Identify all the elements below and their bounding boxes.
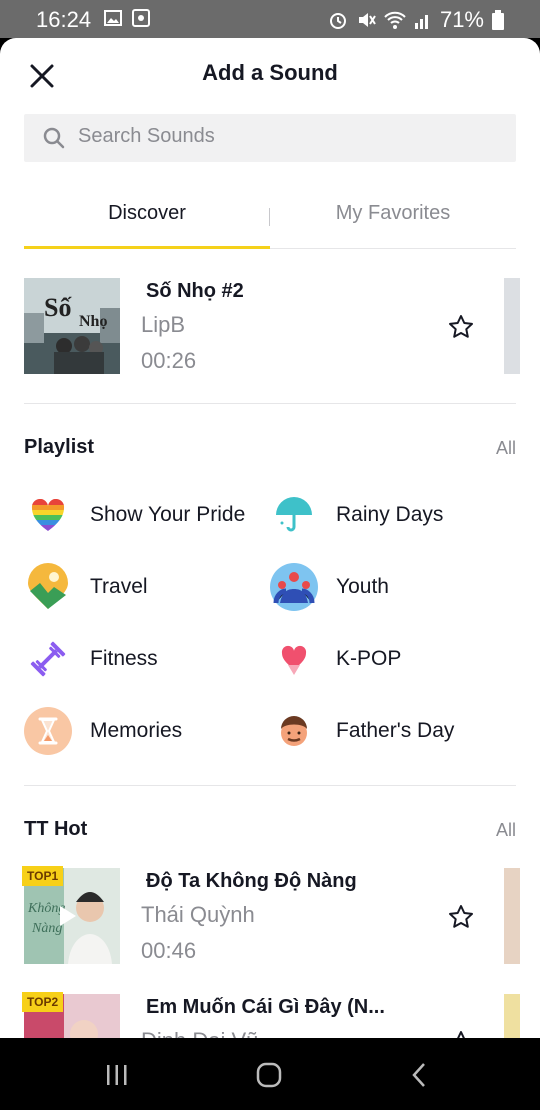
playlist-item-rainy-days[interactable]: Rainy Days	[270, 491, 516, 539]
playlist-title: Playlist	[24, 436, 95, 458]
media-icon	[132, 9, 150, 27]
status-bar: 16:24 71%	[0, 0, 540, 38]
album-cover: Số Nhọ	[24, 278, 120, 374]
song-duration: 00:26	[141, 348, 197, 373]
svg-text:Nhọ: Nhọ	[79, 313, 107, 330]
playlist-label: Travel	[90, 575, 148, 598]
search-input[interactable]: Search Sounds	[24, 114, 516, 162]
playlist-all-link[interactable]: All	[496, 438, 516, 459]
playlist-label: Rainy Days	[336, 503, 444, 526]
favorite-star-icon[interactable]	[448, 904, 474, 930]
song-title: Độ Ta Không Độ Nàng	[146, 870, 357, 892]
song-artist: Thái Quỳnh	[141, 902, 255, 927]
battery-icon	[492, 10, 504, 30]
divider	[24, 785, 516, 786]
rank-badge: TOP1	[22, 866, 64, 886]
playlist-label: Youth	[336, 575, 389, 598]
tthot-song[interactable]: TOP2 Em Muốn Cái Gì Đây (N... Đinh Đại V…	[22, 992, 516, 1038]
tthot-song[interactable]: Không Nàng TOP1 Độ Ta Không Độ Nàng Thái…	[22, 866, 516, 964]
carousel-peek	[504, 994, 520, 1038]
search-icon	[43, 127, 65, 149]
tab-bar: Discover My Favorites	[24, 190, 516, 249]
signal-icon	[414, 15, 428, 29]
hourglass-icon	[24, 707, 72, 755]
playlist-item-youth[interactable]: Youth	[270, 563, 516, 611]
recent-apps-icon[interactable]	[104, 1064, 130, 1086]
carousel-peek	[504, 868, 520, 964]
add-sound-sheet: Add a Sound Search Sounds Discover My Fa…	[0, 38, 540, 1038]
playlist-item-fitness[interactable]: Fitness	[24, 635, 264, 683]
song-title: Em Muốn Cái Gì Đây (N...	[146, 996, 385, 1018]
favorite-star-icon[interactable]	[448, 314, 474, 340]
wifi-icon	[384, 11, 406, 29]
heart-hand-icon	[281, 645, 307, 675]
system-nav-bar	[0, 1038, 540, 1110]
song-artist: Đinh Đại Vũ	[141, 1028, 258, 1038]
alarm-icon	[329, 13, 346, 29]
playlist-item-fathers-day[interactable]: Father's Day	[270, 707, 516, 755]
dumbbell-icon	[30, 641, 66, 677]
song-duration: 00:46	[141, 938, 197, 963]
divider	[24, 403, 516, 404]
battery-level: 71%	[439, 7, 484, 32]
rank-badge: TOP2	[22, 992, 64, 1012]
home-icon[interactable]	[256, 1062, 282, 1088]
father-face-icon	[281, 716, 307, 746]
playlist-label: Show Your Pride	[90, 503, 246, 526]
playlist-item-travel[interactable]: Travel	[24, 563, 264, 611]
tthot-all-link[interactable]: All	[496, 820, 516, 841]
umbrella-icon	[276, 497, 312, 532]
playlist-item-memories[interactable]: Memories	[24, 707, 264, 755]
playlist-label: Father's Day	[336, 719, 455, 742]
page-title: Add a Sound	[202, 60, 338, 85]
svg-text:Số: Số	[44, 293, 72, 322]
map-pin-icon	[28, 563, 68, 609]
favorite-star-icon[interactable]	[448, 1030, 474, 1038]
tab-discover[interactable]: Discover	[24, 202, 270, 225]
playlist-label: Fitness	[90, 647, 158, 670]
tab-active-indicator	[24, 246, 270, 249]
mute-icon	[358, 13, 376, 27]
carousel-peek	[504, 278, 520, 374]
tthot-title: TT Hot	[24, 818, 88, 840]
back-icon[interactable]	[410, 1062, 428, 1088]
song-artist: LipB	[141, 312, 186, 337]
playlist-label: Memories	[90, 719, 183, 742]
status-time: 16:24	[36, 7, 92, 32]
search-placeholder: Search Sounds	[78, 125, 215, 147]
svg-text:Nàng: Nàng	[31, 921, 62, 936]
image-icon	[104, 10, 122, 26]
featured-song[interactable]: Số Nhọ Số Nhọ #2 LipB 00:26	[24, 278, 516, 374]
rainbow-heart-icon	[31, 499, 65, 531]
playlist-item-show-your-pride[interactable]: Show Your Pride	[24, 491, 264, 539]
people-icon	[270, 563, 318, 611]
playlist-label: K-POP	[336, 647, 402, 670]
song-title: Số Nhọ #2	[146, 280, 244, 302]
tab-my-favorites[interactable]: My Favorites	[270, 202, 516, 225]
playlist-item-k-pop[interactable]: K-POP	[270, 635, 516, 683]
svg-text:Không: Không	[27, 901, 65, 916]
